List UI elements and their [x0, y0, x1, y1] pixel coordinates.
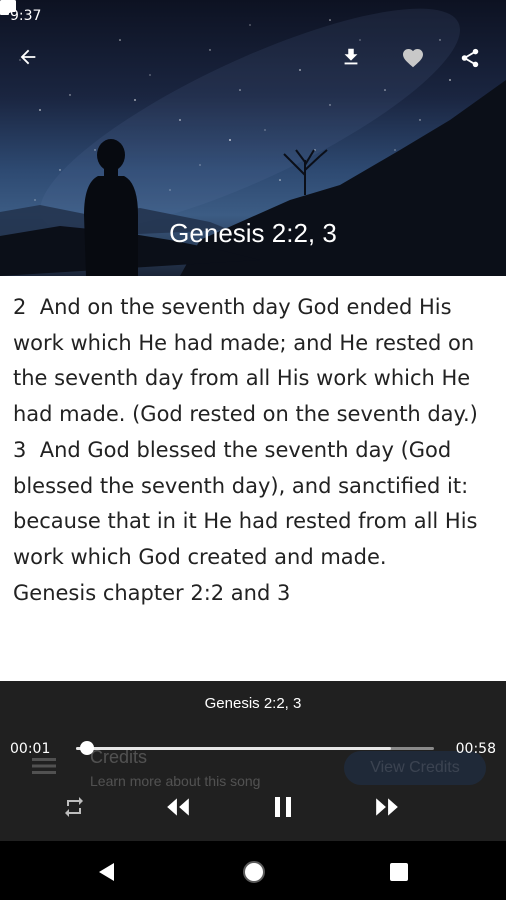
repeat-button[interactable]: [54, 791, 94, 823]
home-circle-icon: [243, 861, 265, 883]
rewind-icon: [167, 798, 189, 816]
song-title: Genesis 2:2, 3: [169, 218, 337, 248]
back-triangle-icon: [99, 863, 114, 881]
lyrics-panel[interactable]: 2 And on the seventh day God ended His w…: [0, 276, 506, 681]
seek-thumb[interactable]: [79, 741, 94, 755]
favorite-button[interactable]: [400, 46, 436, 82]
system-navigation-bar: [0, 841, 506, 900]
seek-buffer: [76, 747, 392, 750]
nav-back-button[interactable]: [91, 857, 121, 887]
fast-forward-button[interactable]: [367, 791, 407, 823]
back-arrow-icon: [20, 49, 36, 65]
pause-button[interactable]: [263, 791, 303, 823]
share-icon: [461, 48, 479, 68]
share-button[interactable]: [459, 46, 495, 82]
credits-row-behind: Credits Learn more about this song View …: [0, 743, 506, 793]
nav-home-button[interactable]: [239, 857, 269, 887]
heart-icon: [403, 49, 423, 68]
download-icon: [344, 48, 358, 65]
credits-subtitle: Learn more about this song: [90, 773, 261, 789]
recents-square-icon: [390, 863, 408, 881]
fast-forward-icon: [376, 798, 398, 816]
credits-title: Credits: [90, 747, 148, 767]
rewind-button[interactable]: [158, 791, 198, 823]
lyrics-text: 2 And on the seventh day God ended His w…: [13, 295, 478, 605]
duration-time: 00:58: [455, 741, 496, 757]
list-icon: [32, 758, 56, 774]
repeat-icon: [65, 797, 83, 817]
download-button[interactable]: [340, 46, 376, 82]
elapsed-time: 00:01: [10, 741, 51, 757]
battery-icon: [0, 0, 9, 15]
pause-icon: [275, 797, 291, 817]
status-bar: 9:37: [0, 0, 506, 32]
header-image: 9:37 Genesis 2:2, 3: [0, 0, 506, 276]
back-button[interactable]: [17, 46, 53, 82]
nav-recents-button[interactable]: [384, 857, 414, 887]
player-panel: Credits Learn more about this song View …: [0, 681, 506, 841]
seek-bar[interactable]: [76, 741, 434, 755]
player-track-title: Genesis 2:2, 3: [204, 695, 302, 712]
